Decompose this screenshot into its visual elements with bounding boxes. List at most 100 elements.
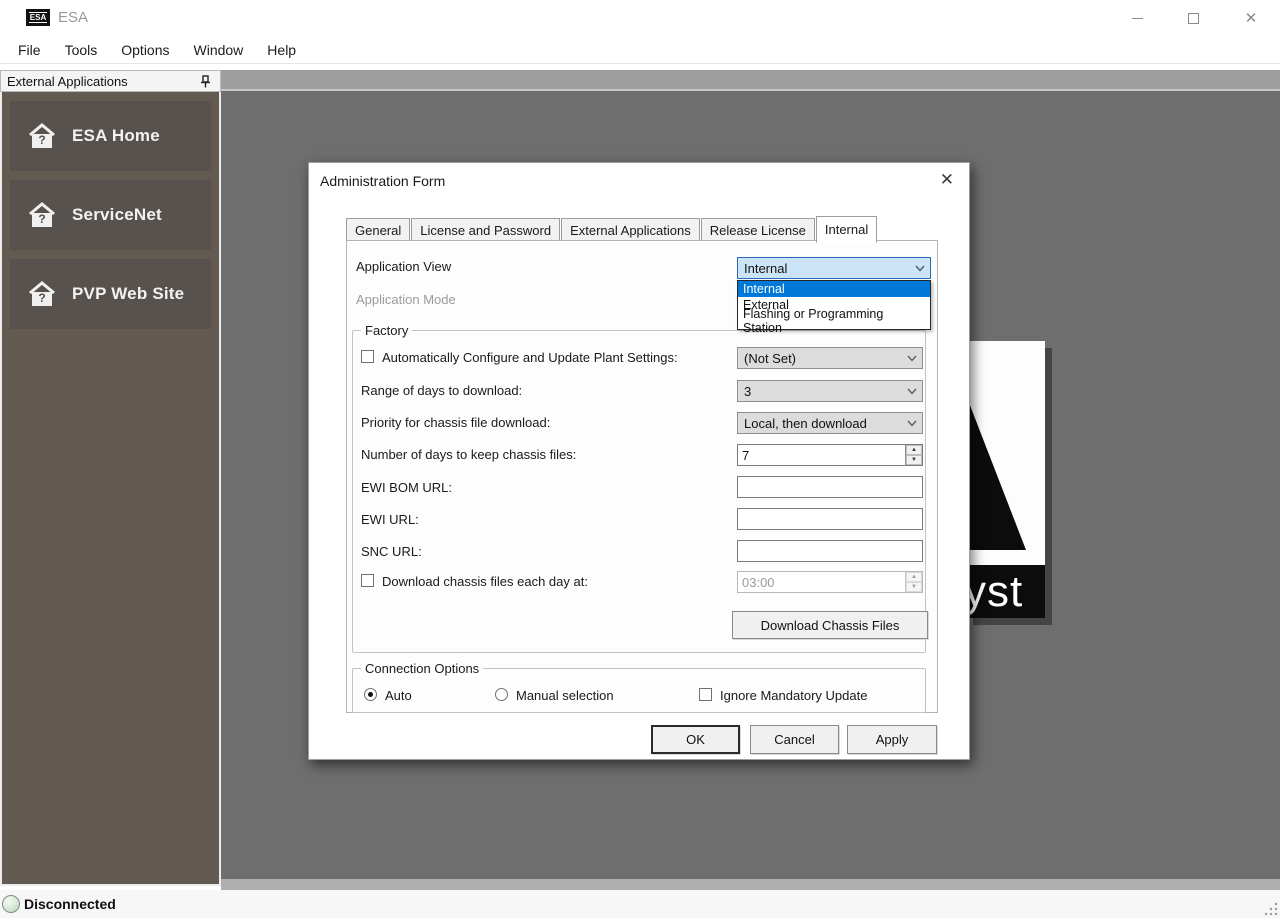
home-question-icon: ?	[28, 123, 56, 149]
auto-configure-label: Automatically Configure and Update Plant…	[382, 350, 678, 365]
range-days-combobox[interactable]: 3	[737, 380, 923, 402]
manual-selection-radio[interactable]	[495, 688, 508, 701]
application-view-label: Application View	[356, 259, 451, 274]
menu-file[interactable]: File	[18, 36, 53, 64]
cancel-button[interactable]: Cancel	[750, 725, 839, 754]
ewi-url-input[interactable]	[738, 509, 922, 529]
tab-release-license[interactable]: Release License	[701, 218, 815, 242]
menu-tools[interactable]: Tools	[53, 36, 110, 64]
snc-url-input[interactable]	[738, 541, 922, 561]
tab-license-and-password[interactable]: License and Password	[411, 218, 560, 242]
combobox-value: Internal	[744, 261, 787, 276]
spinner-buttons: ▲ ▼	[905, 572, 922, 592]
spin-up-icon[interactable]: ▲	[906, 572, 922, 582]
pin-button[interactable]	[196, 72, 214, 90]
application-view-droplist: Internal External Flashing or Programmin…	[737, 280, 931, 330]
panel-title: External Applications	[7, 74, 196, 89]
ok-button[interactable]: OK	[651, 725, 740, 754]
application-mode-label: Application Mode	[356, 292, 456, 307]
ewi-url-label: EWI URL:	[361, 512, 419, 527]
title-bar: ESA ESA ✕	[0, 0, 1280, 36]
auto-radio[interactable]	[364, 688, 377, 701]
logo-text-bar: yst	[966, 565, 1045, 618]
status-bar: Disconnected	[0, 890, 1280, 918]
panel-body: ? ESA Home ? ServiceNet ? PVP Web Site	[0, 92, 221, 886]
home-question-icon: ?	[28, 202, 56, 228]
auto-radio-label: Auto	[385, 688, 412, 703]
app-window: ESA ESA ✕ File Tools Options Window Help…	[0, 0, 1280, 918]
tab-internal[interactable]: Internal	[816, 216, 877, 243]
snc-url-label: SNC URL:	[361, 544, 422, 559]
window-title: ESA	[58, 9, 88, 26]
mdi-bottom-strip	[221, 879, 1280, 890]
resize-grip-icon[interactable]	[1264, 902, 1278, 916]
tab-general[interactable]: General	[346, 218, 410, 242]
priority-combobox[interactable]: Local, then download	[737, 412, 923, 434]
menu-window[interactable]: Window	[182, 36, 256, 64]
auto-configure-checkbox[interactable]	[361, 350, 374, 363]
auto-configure-combobox[interactable]: (Not Set)	[737, 347, 923, 369]
dock-button-label: ServiceNet	[72, 205, 162, 225]
close-button[interactable]: ✕	[1228, 0, 1274, 36]
pin-icon	[200, 75, 211, 88]
tab-external-applications[interactable]: External Applications	[561, 218, 700, 242]
close-icon: ✕	[1245, 11, 1258, 26]
apply-button[interactable]: Apply	[847, 725, 937, 754]
combobox-value: 3	[744, 384, 751, 399]
minimize-icon	[1132, 18, 1143, 19]
dock-button-label: ESA Home	[72, 126, 160, 146]
spin-down-icon[interactable]: ▼	[906, 455, 922, 465]
keep-days-label: Number of days to keep chassis files:	[361, 447, 576, 462]
menu-help[interactable]: Help	[255, 36, 308, 64]
ewi-bom-url-fieldwrap	[737, 476, 923, 498]
ignore-mandatory-update-label: Ignore Mandatory Update	[720, 688, 867, 703]
ignore-mandatory-update-checkbox[interactable]	[699, 688, 712, 701]
combobox-value: Local, then download	[744, 416, 867, 431]
pvp-web-site-button[interactable]: ? PVP Web Site	[10, 259, 211, 329]
external-applications-panel: External Applications ? ESA Home	[0, 70, 221, 886]
maximize-button[interactable]	[1170, 0, 1216, 36]
connection-status-text: Disconnected	[24, 896, 116, 912]
download-time-spinner: ▲ ▼	[737, 571, 923, 593]
dialog-title: Administration Form	[320, 173, 445, 189]
catalyst-logo-image: yst	[966, 341, 1045, 618]
ewi-bom-url-input[interactable]	[738, 477, 922, 497]
esa-home-button[interactable]: ? ESA Home	[10, 101, 211, 171]
droplist-option-internal[interactable]: Internal	[738, 281, 930, 297]
ewi-url-fieldwrap	[737, 508, 923, 530]
logo-triangle	[966, 395, 1026, 550]
esa-logo-icon: ESA	[26, 9, 50, 26]
dialog-close-button[interactable]: ✕	[940, 171, 954, 188]
chevron-down-icon	[907, 355, 917, 362]
manual-selection-label: Manual selection	[516, 688, 614, 703]
factory-legend: Factory	[361, 323, 412, 338]
connection-options-groupbox: Connection Options	[352, 661, 926, 713]
connection-options-legend: Connection Options	[361, 661, 483, 676]
chevron-down-icon	[915, 265, 925, 272]
keep-days-input[interactable]	[738, 445, 905, 465]
droplist-option-flashing[interactable]: Flashing or Programming Station	[738, 313, 930, 329]
servicenet-button[interactable]: ? ServiceNet	[10, 180, 211, 250]
svg-text:?: ?	[38, 291, 45, 305]
home-question-icon: ?	[28, 281, 56, 307]
snc-url-fieldwrap	[737, 540, 923, 562]
download-time-input[interactable]	[738, 572, 905, 592]
spin-down-icon[interactable]: ▼	[906, 582, 922, 592]
download-daily-checkbox[interactable]	[361, 574, 374, 587]
minimize-button[interactable]	[1114, 0, 1160, 36]
application-view-combobox[interactable]: Internal	[737, 257, 931, 279]
svg-text:?: ?	[38, 133, 45, 147]
download-chassis-files-button[interactable]: Download Chassis Files	[732, 611, 928, 639]
combobox-value: (Not Set)	[744, 351, 796, 366]
menu-bar: File Tools Options Window Help	[0, 36, 1280, 64]
ewi-bom-url-label: EWI BOM URL:	[361, 480, 452, 495]
menu-options[interactable]: Options	[109, 36, 181, 64]
svg-text:?: ?	[38, 212, 45, 226]
administration-form-dialog: Administration Form ✕ General License an…	[308, 162, 970, 760]
chevron-down-icon	[907, 388, 917, 395]
spin-up-icon[interactable]: ▲	[906, 445, 922, 455]
priority-label: Priority for chassis file download:	[361, 415, 550, 430]
logo-white-area	[966, 341, 1045, 565]
logo-text: yst	[966, 567, 1023, 617]
keep-days-spinner: ▲ ▼	[737, 444, 923, 466]
